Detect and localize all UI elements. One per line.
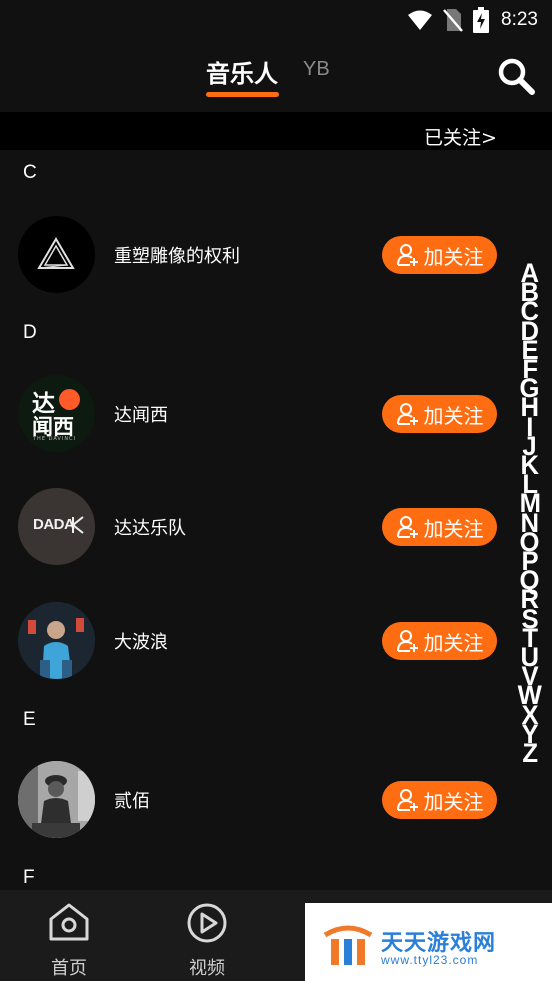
- artist-row[interactable]: 达 闻西 THE DAVINCI 达闻西 加关注: [0, 373, 510, 453]
- status-icons: 8:23: [407, 6, 538, 34]
- add-user-icon: [396, 244, 418, 266]
- follow-label: 加关注: [423, 516, 484, 541]
- status-bar: 8:23: [0, 0, 552, 40]
- add-user-icon: [396, 789, 418, 811]
- no-sim-icon: [443, 9, 463, 32]
- follow-button[interactable]: 加关注: [382, 622, 497, 660]
- artist-name: 贰佰: [114, 791, 150, 812]
- search-icon: [498, 58, 535, 95]
- artist-avatar[interactable]: [18, 216, 95, 293]
- index-letter[interactable]: Z: [522, 739, 538, 766]
- follow-button[interactable]: 加关注: [382, 508, 497, 546]
- add-user-icon: [396, 403, 418, 425]
- follow-button[interactable]: 加关注: [382, 236, 497, 274]
- status-time: 8:23: [501, 9, 538, 30]
- nav-home[interactable]: 首页: [34, 902, 104, 979]
- follow-label: 加关注: [423, 789, 484, 814]
- follow-button[interactable]: 加关注: [382, 395, 497, 433]
- followed-link[interactable]: 已关注>: [424, 123, 497, 150]
- artist-avatar[interactable]: 达 闻西 THE DAVINCI: [18, 375, 95, 452]
- avatar-text: DADA: [33, 516, 75, 533]
- artist-name: 重塑雕像的权利: [114, 246, 240, 267]
- search-button[interactable]: [496, 56, 536, 96]
- avatar-dot: [59, 389, 80, 410]
- tab-musicians[interactable]: 音乐人: [206, 54, 278, 89]
- artist-row[interactable]: DADA 达达乐队 加关注: [0, 486, 510, 566]
- nav-label: 视频: [189, 958, 225, 979]
- section-header-d: D: [23, 322, 37, 343]
- followed-bar: 已关注>: [0, 112, 552, 150]
- watermark-logo-icon: [323, 925, 373, 965]
- watermark: 天天游戏网 www.ttyl23.com: [305, 903, 552, 981]
- artist-name: 大波浪: [114, 632, 168, 653]
- follow-label: 加关注: [423, 244, 484, 269]
- artist-avatar[interactable]: [18, 602, 95, 679]
- add-user-icon: [396, 630, 418, 652]
- dada-logo-icon: [72, 516, 84, 534]
- person-photo-icon: [18, 761, 95, 838]
- battery-charging-icon: [473, 7, 490, 33]
- follow-button[interactable]: 加关注: [382, 781, 497, 819]
- video-play-icon: [187, 903, 227, 943]
- artist-row[interactable]: 重塑雕像的权利 加关注: [0, 214, 510, 294]
- follow-label: 加关注: [423, 403, 484, 428]
- artist-avatar[interactable]: DADA: [18, 488, 95, 565]
- home-icon: [49, 903, 89, 941]
- artist-name: 达闻西: [114, 405, 168, 426]
- artist-name: 达达乐队: [114, 518, 186, 539]
- section-header-c: C: [23, 162, 37, 183]
- artist-list[interactable]: C 重塑雕像的权利 加关注 D 达 闻西 THE DAVINCI 达闻西 加关注…: [0, 150, 552, 890]
- add-user-icon: [396, 516, 418, 538]
- nav-video[interactable]: 视频: [172, 902, 242, 979]
- artist-avatar[interactable]: [18, 761, 95, 838]
- tab-yb[interactable]: YB: [303, 58, 330, 81]
- follow-label: 加关注: [423, 630, 484, 655]
- wifi-icon: [408, 10, 433, 30]
- avatar-subtext: THE DAVINCI: [33, 436, 77, 442]
- artist-row[interactable]: 大波浪 加关注: [0, 600, 510, 680]
- triangle-logo-icon: [37, 237, 75, 269]
- tab-active-indicator: [206, 92, 279, 97]
- artist-row[interactable]: 贰佰 加关注: [0, 759, 510, 839]
- section-header-f: F: [23, 867, 35, 888]
- alphabet-index[interactable]: A B C D E F G H I J K L M N O P Q R S T …: [516, 259, 544, 766]
- section-header-e: E: [23, 709, 36, 730]
- watermark-url: www.ttyl23.com: [381, 953, 479, 967]
- person-photo-icon: [18, 602, 95, 679]
- nav-label: 首页: [51, 958, 87, 979]
- top-bar: 音乐人 YB: [0, 40, 552, 112]
